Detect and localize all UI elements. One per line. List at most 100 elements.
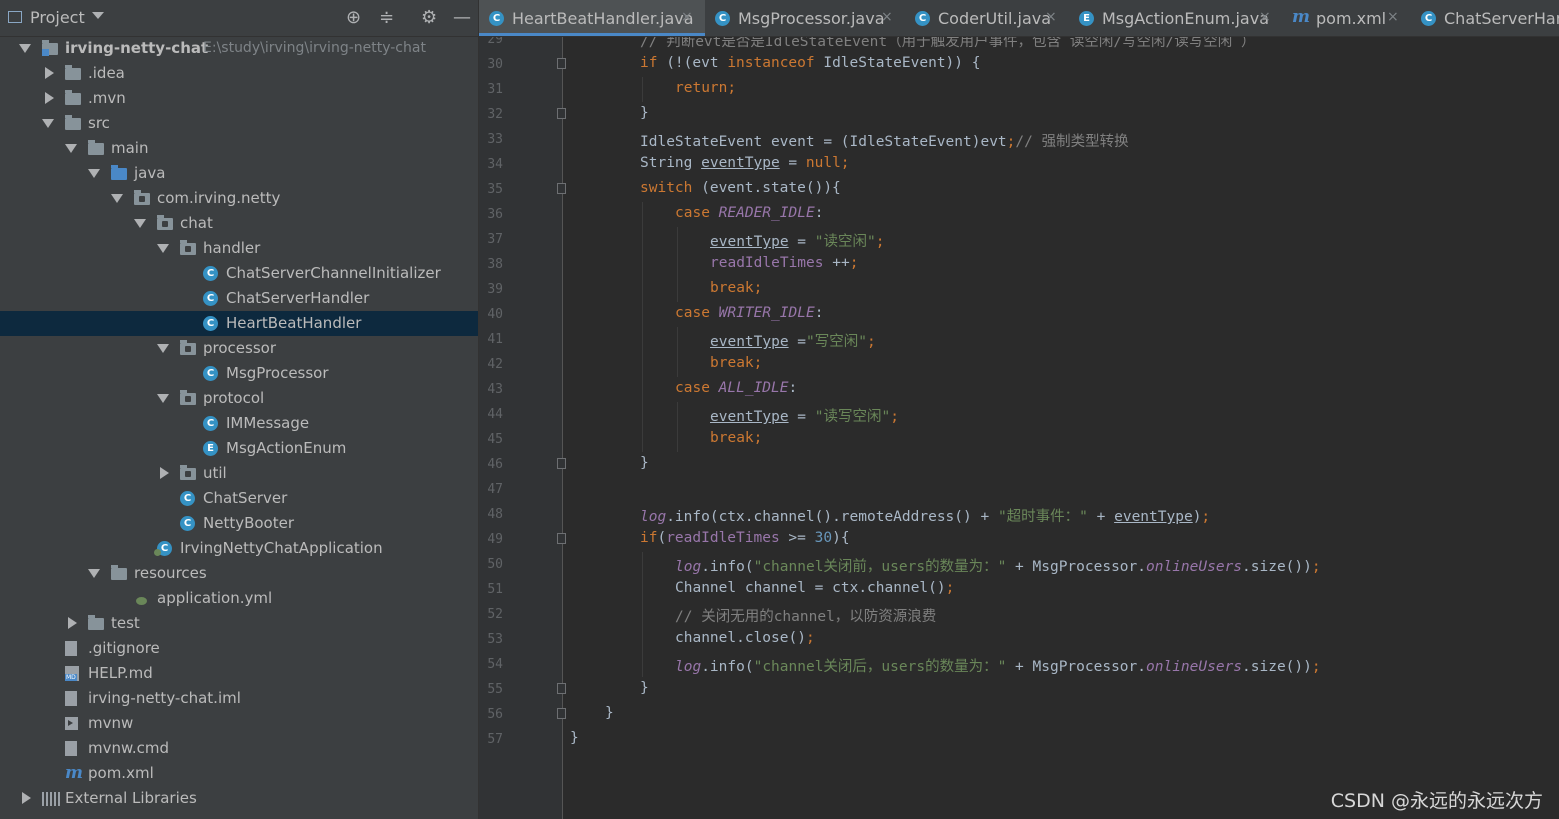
code-line[interactable]: 49 if(readIdleTimes >= 30){ — [479, 527, 1559, 552]
tree-item[interactable]: External Libraries — [0, 786, 478, 811]
expanded-arrow-icon[interactable] — [88, 569, 100, 578]
code-line[interactable]: 54 log.info("channel关闭后，users的数量为：" + Msg… — [479, 652, 1559, 677]
expanded-arrow-icon[interactable] — [65, 144, 77, 153]
tree-item[interactable]: test — [0, 611, 478, 636]
chevron-down-icon[interactable] — [92, 12, 104, 19]
tree-item[interactable]: resources — [0, 561, 478, 586]
code-line[interactable]: 57} — [479, 727, 1559, 752]
code-line[interactable]: 29 // 判断evt是否是IdleStateEvent（用于触发用户事件，包含 … — [479, 37, 1559, 52]
close-tab-icon[interactable]: × — [1045, 9, 1057, 25]
tree-item[interactable]: HELP.md — [0, 661, 478, 686]
tree-item[interactable]: E MsgActionEnum — [0, 436, 478, 461]
code-line[interactable]: 51 Channel channel = ctx.channel(); — [479, 577, 1559, 602]
code-line[interactable]: 41 eventType ="写空闲"; — [479, 327, 1559, 352]
editor-tab[interactable]: C HeartBeatHandler.java × — [479, 0, 705, 36]
expanded-arrow-icon[interactable] — [157, 394, 169, 403]
tree-item[interactable]: C IrvingNettyChatApplication — [0, 536, 478, 561]
code-line[interactable]: 53 channel.close(); — [479, 627, 1559, 652]
tree-item[interactable]: C ChatServerHandler — [0, 286, 478, 311]
code-line[interactable]: 45 break; — [479, 427, 1559, 452]
fold-marker-icon[interactable] — [557, 58, 566, 69]
tree-item[interactable]: com.irving.netty — [0, 186, 478, 211]
code-line[interactable]: 56} — [479, 702, 1559, 727]
tree-item[interactable]: processor — [0, 336, 478, 361]
fold-marker-icon[interactable] — [557, 708, 566, 719]
fold-marker-icon[interactable] — [557, 108, 566, 119]
tree-item[interactable]: main — [0, 136, 478, 161]
tree-item[interactable]: C ChatServer — [0, 486, 478, 511]
editor-tab[interactable]: C MsgProcessor.java × — [705, 0, 905, 36]
editor-tab[interactable]: E MsgActionEnum.java × — [1069, 0, 1283, 36]
expanded-arrow-icon[interactable] — [134, 219, 146, 228]
code-line[interactable]: 30 if (!(evt instanceof IdleStateEvent)) … — [479, 52, 1559, 77]
tree-item[interactable]: m pom.xml — [0, 761, 478, 786]
code-line[interactable]: 44 eventType = "读写空闲"; — [479, 402, 1559, 427]
project-view-icon[interactable] — [8, 11, 22, 23]
editor-tab[interactable]: C ChatServerHand — [1411, 0, 1559, 36]
code-line[interactable]: 40 case WRITER_IDLE: — [479, 302, 1559, 327]
code-line[interactable]: 55} — [479, 677, 1559, 702]
project-view-title[interactable]: Project — [30, 8, 85, 27]
code-line[interactable]: 36 case READER_IDLE: — [479, 202, 1559, 227]
fold-marker-icon[interactable] — [557, 458, 566, 469]
expanded-arrow-icon[interactable] — [88, 169, 100, 178]
tree-item[interactable]: mvnw — [0, 711, 478, 736]
tree-item[interactable]: handler — [0, 236, 478, 261]
fold-marker-icon[interactable] — [557, 183, 566, 194]
code-line[interactable]: 47 — [479, 477, 1559, 502]
collapsed-arrow-icon[interactable] — [68, 617, 77, 629]
expanded-arrow-icon[interactable] — [111, 194, 123, 203]
editor-tab[interactable]: m pom.xml × — [1283, 0, 1411, 36]
tree-item[interactable]: protocol — [0, 386, 478, 411]
collapsed-arrow-icon[interactable] — [45, 67, 54, 79]
code-line[interactable]: 34 String eventType = null; — [479, 152, 1559, 177]
tree-item[interactable]: irving-netty-chat.iml — [0, 686, 478, 711]
tree-item[interactable]: .mvn — [0, 86, 478, 111]
tree-item[interactable]: java — [0, 161, 478, 186]
code-line[interactable]: 43 case ALL_IDLE: — [479, 377, 1559, 402]
code-line[interactable]: 38 readIdleTimes ++; — [479, 252, 1559, 277]
tree-item[interactable]: C IMMessage — [0, 411, 478, 436]
collapsed-arrow-icon[interactable] — [160, 467, 169, 479]
tree-item[interactable]: application.yml — [0, 586, 478, 611]
code-line[interactable]: 33 IdleStateEvent event = (IdleStateEvent… — [479, 127, 1559, 152]
tree-item[interactable]: chat — [0, 211, 478, 236]
code-line[interactable]: 46} — [479, 452, 1559, 477]
tree-item[interactable]: C HeartBeatHandler — [0, 311, 478, 336]
code-line[interactable]: 48 log.info(ctx.channel().remoteAddress()… — [479, 502, 1559, 527]
tree-item[interactable]: C MsgProcessor — [0, 361, 478, 386]
close-tab-icon[interactable]: × — [681, 9, 693, 25]
expanded-arrow-icon[interactable] — [19, 44, 31, 53]
tree-item[interactable]: .idea — [0, 61, 478, 86]
tree-item[interactable]: util — [0, 461, 478, 486]
fold-marker-icon[interactable] — [557, 533, 566, 544]
tree-item[interactable]: C NettyBooter — [0, 511, 478, 536]
collapsed-arrow-icon[interactable] — [45, 92, 54, 104]
tree-item[interactable]: src — [0, 111, 478, 136]
fold-marker-icon[interactable] — [557, 683, 566, 694]
code-line[interactable]: 31 return; — [479, 77, 1559, 102]
editor-tab[interactable]: C CoderUtil.java × — [905, 0, 1069, 36]
tree-item[interactable]: mvnw.cmd — [0, 736, 478, 761]
close-tab-icon[interactable]: × — [1387, 9, 1399, 25]
code-line[interactable]: 35 switch (event.state()){ — [479, 177, 1559, 202]
expanded-arrow-icon[interactable] — [157, 244, 169, 253]
collapse-all-icon[interactable]: ≑ — [379, 8, 394, 28]
close-tab-icon[interactable]: × — [1259, 9, 1271, 25]
code-line[interactable]: 32} — [479, 102, 1559, 127]
gear-icon[interactable]: ⚙ — [421, 8, 437, 28]
expanded-arrow-icon[interactable] — [42, 119, 54, 128]
expanded-arrow-icon[interactable] — [157, 344, 169, 353]
code-editor[interactable]: 29 // 判断evt是否是IdleStateEvent（用于触发用户事件，包含 … — [479, 37, 1559, 819]
code-line[interactable]: 50 log.info("channel关闭前，users的数量为：" + Msg… — [479, 552, 1559, 577]
code-line[interactable]: 42 break; — [479, 352, 1559, 377]
code-line[interactable]: 37 eventType = "读空闲"; — [479, 227, 1559, 252]
code-line[interactable]: 39 break; — [479, 277, 1559, 302]
close-tab-icon[interactable]: × — [881, 9, 893, 25]
tree-item[interactable]: C ChatServerChannelInitializer — [0, 261, 478, 286]
tree-item[interactable]: irving-netty-chat E:\study\irving\irving-… — [0, 36, 478, 61]
collapsed-arrow-icon[interactable] — [22, 792, 31, 804]
code-line[interactable]: 52 // 关闭无用的channel，以防资源浪费 — [479, 602, 1559, 627]
tree-item[interactable]: .gitignore — [0, 636, 478, 661]
minimize-icon[interactable]: — — [453, 8, 471, 28]
